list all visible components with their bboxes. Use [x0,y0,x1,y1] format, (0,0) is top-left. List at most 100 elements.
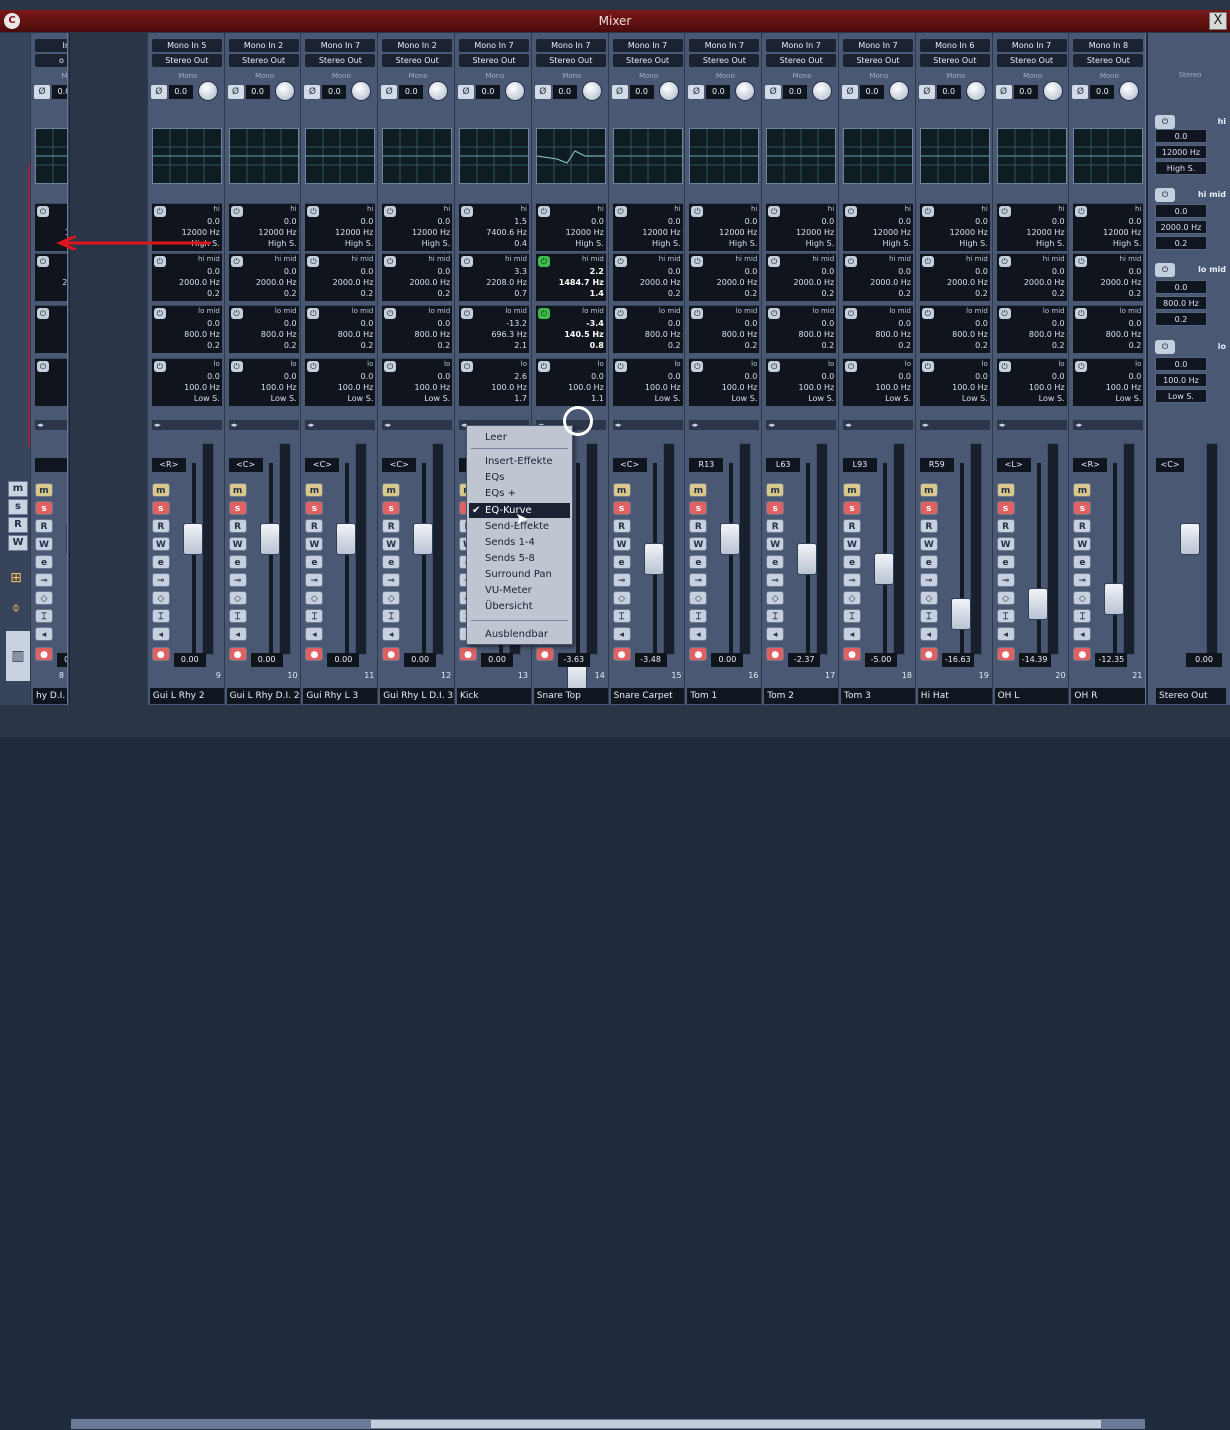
output-routing[interactable]: Stereo Out [459,54,529,67]
eq-himid-power-button[interactable]: ⏻ [230,256,243,267]
stereo-eq-lo-gain[interactable]: 0.0 [1155,357,1207,371]
eq-himid-gain[interactable]: 0.0 [898,267,911,276]
eq-himid-q[interactable]: 0.2 [975,289,988,298]
input-gain[interactable]: 0.0 [936,85,961,99]
eq-lomid-gain[interactable]: -13.2 [506,319,527,328]
global-write-button[interactable]: W [8,535,28,551]
eq-hi-gain[interactable]: 0.0 [898,217,911,226]
eq-himid-gain[interactable]: 0.0 [821,267,834,276]
read-button[interactable]: R [35,519,53,533]
eq-lo-q[interactable]: Low S. [962,394,988,403]
eq-hi-freq[interactable]: 12000 Hz [1103,228,1141,237]
eq-lomid-gain[interactable]: 0.0 [284,319,297,328]
eq-lo-gain[interactable]: 0.0 [591,372,604,381]
insert-bypass-icon[interactable]: ⊸ [151,573,170,587]
volume-fader[interactable] [66,523,67,555]
eq-lo-freq[interactable]: 100.0 Hz [415,383,451,392]
eq-hi-gain[interactable]: 0.0 [361,217,374,226]
eq-himid-q[interactable]: 0.2 [745,289,758,298]
output-routing[interactable]: Stereo Out [996,54,1067,67]
eq-lomid-power-button[interactable]: ⏻ [614,308,627,319]
eq-bypass-icon[interactable]: ◇ [305,591,324,605]
volume-fader[interactable] [797,543,818,575]
eq-himid-freq[interactable]: 2000.0 Hz [947,278,988,287]
read-button[interactable]: R [305,519,324,533]
phase-button[interactable]: Ø [381,85,398,99]
phase-button[interactable]: Ø [304,85,321,99]
stereo-channel-name[interactable]: Stereo Out [1156,688,1226,704]
send-bypass-icon[interactable]: ⌶ [843,609,861,623]
stereo-eq-hi-q[interactable]: High S. [1155,161,1207,175]
channel-name[interactable]: Snare Top [533,688,608,704]
record-button[interactable]: ● [843,647,861,661]
eq-himid-gain[interactable]: 0.0 [284,267,297,276]
eq-lo-freq[interactable]: 100.0 Hz [875,383,911,392]
eq-hi-power-button[interactable]: ⏻ [37,206,49,217]
gain-knob[interactable] [1042,81,1063,101]
gain-knob[interactable] [889,81,909,101]
output-routing[interactable]: Stereo Out [382,54,453,67]
eq-himid-q[interactable]: 0.2 [361,289,374,298]
edit-button[interactable]: e [382,555,401,569]
eq-himid-freq[interactable]: 2208.0 Hz [486,278,527,287]
read-button[interactable]: R [843,519,861,533]
phase-button[interactable]: Ø [534,85,551,99]
eq-himid-q[interactable]: 0.2 [1052,289,1065,298]
pan-display[interactable]: <C> [305,458,340,472]
eq-hi-q[interactable]: High S. [882,239,911,248]
output-routing[interactable]: Stereo Out [689,54,760,67]
eq-hi-gain[interactable]: 0.0 [207,217,220,226]
eq-bypass-icon[interactable]: ◇ [919,591,938,605]
eq-lomid-power-button[interactable]: ⏻ [845,308,857,319]
eq-hi-q[interactable]: High S. [652,239,681,248]
channel-name[interactable]: Tom 2 [764,688,839,704]
record-button[interactable]: ● [1073,647,1092,661]
eq-hi-freq[interactable]: 7400.6 Hz [486,228,527,237]
volume-fader[interactable] [413,523,434,555]
monitor-icon[interactable]: ◂ [919,627,938,641]
record-button[interactable]: ● [919,647,938,661]
write-button[interactable]: W [228,537,247,551]
eq-lomid-power-button[interactable]: ⏻ [998,308,1011,319]
eq-lo-power-button[interactable]: ⏻ [37,361,49,372]
eq-lomid-gain[interactable]: 0.0 [361,319,374,328]
eq-himid-freq[interactable]: 2000.0 Hz [870,278,911,287]
scrollbar-thumb[interactable] [371,1420,1101,1428]
stereo-eq-himid-power-button[interactable]: ⏻ [1155,188,1175,202]
eq-himid-power-button[interactable]: ⏻ [384,256,397,267]
eq-lo-gain[interactable]: 0.0 [975,372,988,381]
eq-hi-power-button[interactable]: ⏻ [845,206,857,217]
gain-knob[interactable] [658,81,679,101]
solo-button[interactable]: s [996,501,1015,515]
phase-button[interactable]: Ø [227,85,244,99]
channel-name[interactable]: OH R [1071,688,1146,704]
mute-button[interactable]: m [35,483,53,497]
eq-hi-q[interactable]: 0.4 [514,239,527,248]
phase-button[interactable]: Ø [688,85,705,99]
write-button[interactable]: W [996,537,1015,551]
write-button[interactable]: W [689,537,708,551]
eq-lomid-gain[interactable]: 0.0 [898,319,911,328]
eq-hi-gain[interactable]: 0.0 [1129,217,1142,226]
eq-scroll-bar[interactable]: ◂▸ [766,420,837,430]
eq-hi-freq[interactable]: 12000 Hz [566,228,604,237]
eq-lomid-freq[interactable]: 696.3 Hz [491,330,527,339]
eq-lo-freq[interactable]: 100.0 Hz [261,383,297,392]
channel-name[interactable]: Kick [457,688,531,704]
eq-himid-q[interactable]: 0.2 [1129,289,1142,298]
solo-button[interactable]: s [305,501,324,515]
eq-lo-gain[interactable]: 0.0 [745,372,758,381]
phase-button[interactable]: Ø [611,85,628,99]
eq-hi-freq[interactable]: 12000 Hz [1026,228,1064,237]
insert-bypass-icon[interactable]: ⊸ [612,573,631,587]
monitor-icon[interactable]: ◂ [382,627,401,641]
eq-himid-freq[interactable]: 2000.0 Hz [333,278,374,287]
eq-bypass-icon[interactable]: ◇ [228,591,247,605]
eq-lomid-gain[interactable]: 0.0 [745,319,758,328]
eq-himid-freq[interactable]: 2000.0 Hz [409,278,450,287]
eq-bypass-icon[interactable]: ◇ [151,591,170,605]
input-gain[interactable]: 0.0 [552,85,577,99]
eq-lomid-power-button[interactable]: ⏻ [307,308,320,319]
eq-lomid-q[interactable]: 0.2 [975,341,988,350]
monitor-icon[interactable]: ◂ [35,627,53,641]
